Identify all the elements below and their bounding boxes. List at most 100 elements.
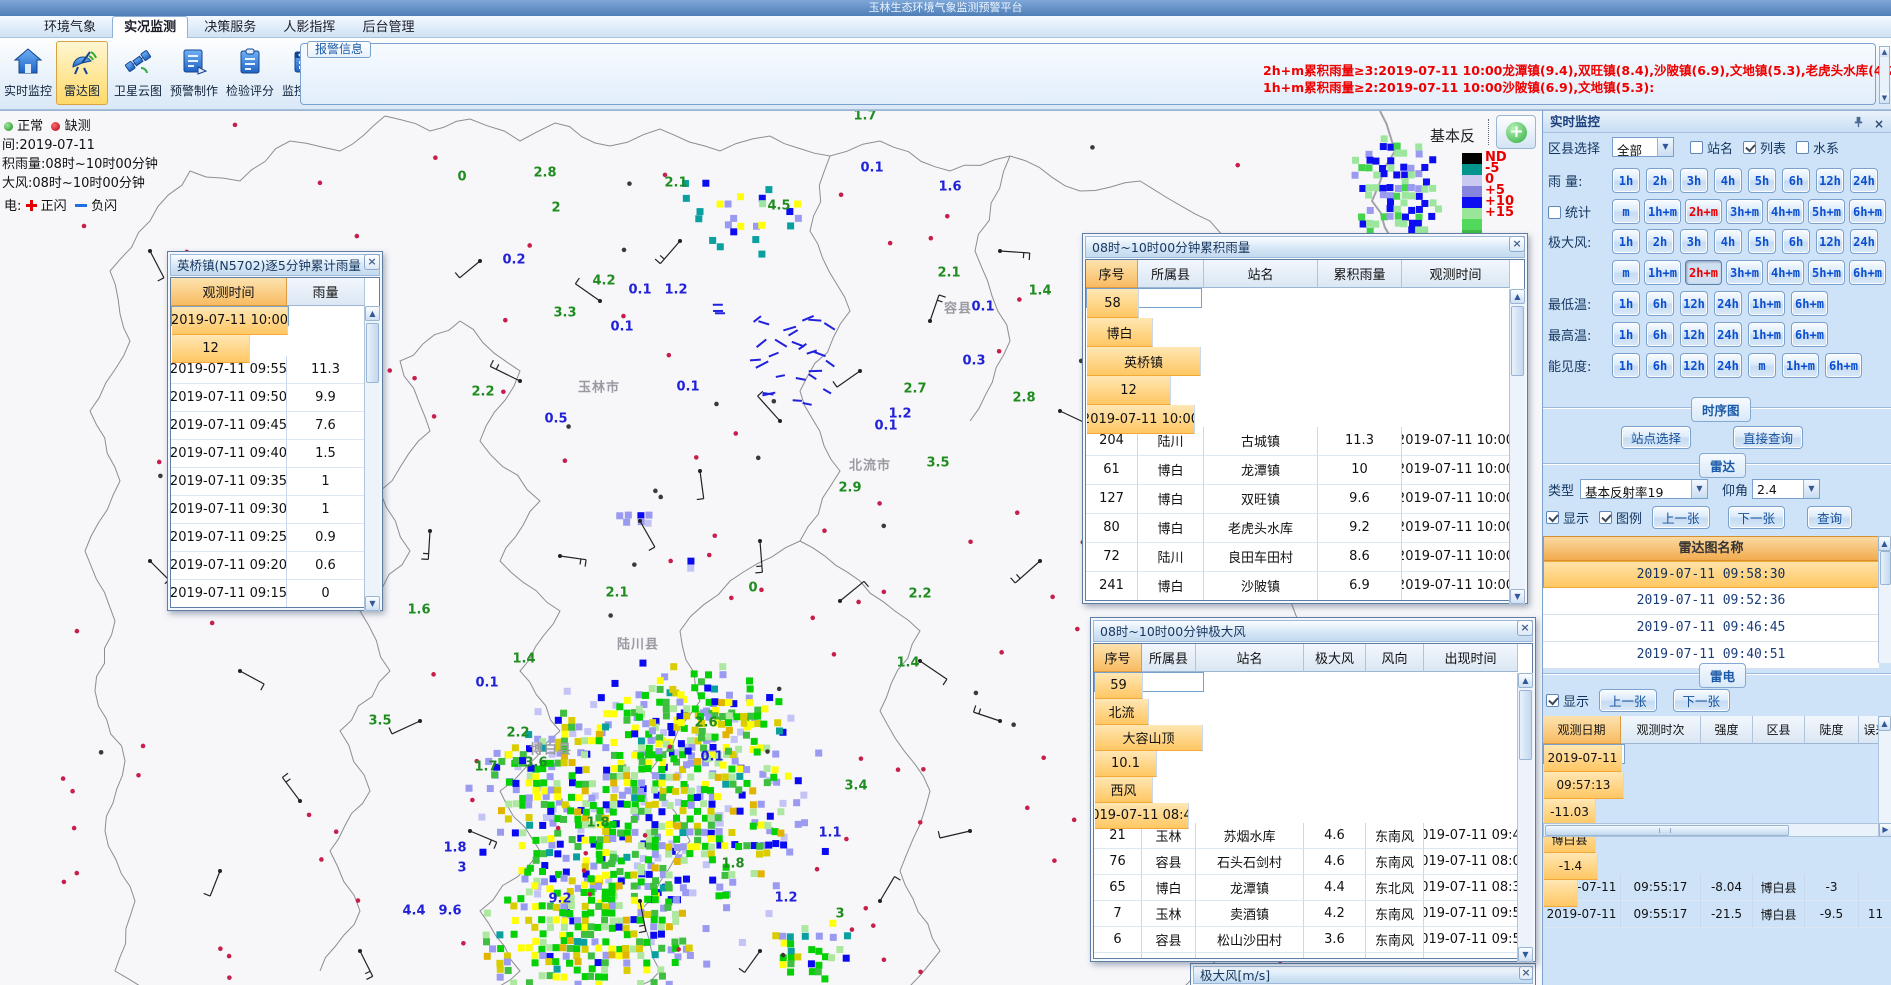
- station-rain-row[interactable]: 2019-07-11 09:250.9: [171, 524, 379, 552]
- accum-rain-row[interactable]: 252博白文地一中62019-07-11 10:00: [1086, 601, 1524, 602]
- max-wind-col-5[interactable]: 出现时间: [1424, 644, 1518, 672]
- tmax-button-24h[interactable]: 24h: [1714, 322, 1742, 347]
- lightning-col-2[interactable]: 强度: [1701, 716, 1753, 744]
- lightning-row[interactable]: 2019-07-1109:57:13-11.03博白县-1.4: [1543, 744, 1625, 764]
- tmax-button-1h+m[interactable]: 1h+m: [1748, 322, 1785, 347]
- lightning-table-vscrollbar[interactable]: ▲: [1878, 716, 1891, 823]
- max-wind-row[interactable]: 6容县松山沙田村3.6东南风2019-07-11 09:59: [1094, 927, 1532, 953]
- rain-stat-button-3h+m[interactable]: 3h+m: [1726, 199, 1763, 224]
- radar-list-scrollbar[interactable]: ▲: [1878, 536, 1891, 663]
- radar-map-button[interactable]: 雷达图: [56, 41, 108, 105]
- accum-rain-row[interactable]: 61博白龙潭镇102019-07-11 10:00: [1086, 456, 1524, 485]
- accum-rain-col-4[interactable]: 观测时间: [1402, 260, 1510, 288]
- pin-icon[interactable]: [1852, 115, 1865, 128]
- lightning-row[interactable]: 2019-07-1109:55:17-21.5博白县-9.511: [1543, 901, 1891, 928]
- wind-range-button-4h[interactable]: 4h: [1714, 229, 1742, 254]
- rain-range-button-5h[interactable]: 5h: [1748, 168, 1776, 193]
- max-wind-col-3[interactable]: 极大风: [1304, 644, 1366, 672]
- satellite-cloud-button[interactable]: 卫星云图: [112, 41, 164, 105]
- max-wind-col-4[interactable]: 风向: [1366, 644, 1424, 672]
- accum-rain-col-2[interactable]: 站名: [1204, 260, 1318, 288]
- wind-stat-button-m[interactable]: m: [1612, 260, 1640, 285]
- accum-rain-scrollbar[interactable]: ▲ ▼: [1509, 289, 1525, 604]
- station-rain-scrollbar[interactable]: ▲ ▼: [364, 306, 380, 611]
- direct-query-button[interactable]: 直接查询: [1733, 426, 1803, 449]
- tmin-button-1h+m[interactable]: 1h+m: [1748, 291, 1785, 316]
- max-wind-row[interactable]: 76容县石头石剑村4.6东南风2019-07-11 08:08: [1094, 849, 1532, 875]
- tab-weather-modification[interactable]: 人影指挥: [272, 17, 346, 39]
- list-checkbox[interactable]: [1743, 141, 1756, 154]
- wind-stat-button-3h+m[interactable]: 3h+m: [1726, 260, 1763, 285]
- lightning-prev-button[interactable]: 上一张: [1599, 689, 1657, 712]
- wind-stat-button-4h+m[interactable]: 4h+m: [1767, 260, 1804, 285]
- lightning-col-3[interactable]: 区县: [1753, 716, 1805, 744]
- max-wind-col-0[interactable]: 序号: [1094, 644, 1142, 672]
- radar-show-checkbox[interactable]: [1546, 511, 1559, 524]
- lightning-next-button[interactable]: 下一张: [1673, 689, 1731, 712]
- accum-rain-row[interactable]: 58博白英桥镇122019-07-11 10:00: [1086, 288, 1202, 308]
- warning-production-button[interactable]: 预警制作: [168, 41, 220, 105]
- visibility-button-m[interactable]: m: [1748, 353, 1776, 378]
- alarm-scrollbar[interactable]: ▲▼: [1879, 46, 1890, 104]
- radar-image-item[interactable]: 2019-07-11 09:52:36: [1543, 588, 1879, 615]
- rain-range-button-2h[interactable]: 2h: [1646, 168, 1674, 193]
- station-rain-row[interactable]: 2019-07-11 09:200.6: [171, 552, 379, 580]
- tmin-button-6h[interactable]: 6h: [1646, 291, 1674, 316]
- verification-score-button[interactable]: 检验评分: [224, 41, 276, 105]
- accum-rain-row[interactable]: 80博白老虎头水库9.22019-07-11 10:00: [1086, 514, 1524, 543]
- close-icon[interactable]: ×: [1874, 114, 1884, 135]
- close-icon[interactable]: ×: [1509, 236, 1525, 252]
- wind-stat-button-5h+m[interactable]: 5h+m: [1808, 260, 1845, 285]
- tmax-button-12h[interactable]: 12h: [1680, 322, 1708, 347]
- rain-range-button-12h[interactable]: 12h: [1816, 168, 1844, 193]
- tmin-button-6h+m[interactable]: 6h+m: [1791, 291, 1828, 316]
- lightning-col-4[interactable]: 陡度: [1805, 716, 1859, 744]
- radar-image-item[interactable]: 2019-07-11 09:58:30: [1543, 561, 1879, 588]
- wind-range-button-2h[interactable]: 2h: [1646, 229, 1674, 254]
- radar-type-select[interactable]: 基本反射率19▼: [1580, 479, 1708, 499]
- wind-stat-button-2h+m[interactable]: 2h+m: [1685, 260, 1722, 285]
- legend-add-button[interactable]: +: [1496, 115, 1536, 149]
- max-wind-row[interactable]: 65博白龙潭镇4.4东北风2019-07-11 08:34: [1094, 875, 1532, 901]
- lightning-col-1[interactable]: 观测时次: [1621, 716, 1701, 744]
- district-select[interactable]: 全部▼: [1612, 137, 1674, 157]
- rain-stat-button-6h+m[interactable]: 6h+m: [1849, 199, 1886, 224]
- tmax-button-6h+m[interactable]: 6h+m: [1791, 322, 1828, 347]
- realtime-monitor-button[interactable]: 实时监控: [2, 41, 54, 105]
- station-rain-row[interactable]: 2019-07-11 09:509.9: [171, 384, 379, 412]
- wind-stat-button-1h+m[interactable]: 1h+m: [1644, 260, 1681, 285]
- station-rain-row[interactable]: 2019-07-11 10:0012: [171, 306, 289, 326]
- accum-rain-col-0[interactable]: 序号: [1086, 260, 1138, 288]
- lightning-show-checkbox[interactable]: [1546, 694, 1559, 707]
- lightning-table-hscrollbar[interactable]: [1543, 823, 1879, 837]
- visibility-button-24h[interactable]: 24h: [1714, 353, 1742, 378]
- wind-range-button-1h[interactable]: 1h: [1612, 229, 1640, 254]
- radar-next-button[interactable]: 下一张: [1728, 506, 1786, 529]
- rain-stat-button-2h+m[interactable]: 2h+m: [1685, 199, 1722, 224]
- rain-stat-button-5h+m[interactable]: 5h+m: [1808, 199, 1845, 224]
- rain-range-button-4h[interactable]: 4h: [1714, 168, 1742, 193]
- max-wind-row[interactable]: 59北流大容山顶10.1西风2019-07-11 08:47: [1094, 672, 1204, 692]
- accum-rain-row[interactable]: 72陆川良田车田村8.62019-07-11 10:00: [1086, 543, 1524, 572]
- wind-range-button-24h[interactable]: 24h: [1850, 229, 1878, 254]
- station-select-button[interactable]: 站点选择: [1621, 426, 1691, 449]
- visibility-button-1h+m[interactable]: 1h+m: [1782, 353, 1819, 378]
- rain-range-button-1h[interactable]: 1h: [1612, 168, 1640, 193]
- visibility-button-6h[interactable]: 6h: [1646, 353, 1674, 378]
- radar-image-item[interactable]: 2019-07-11 09:46:45: [1543, 615, 1879, 642]
- station-rain-row[interactable]: 2019-07-11 09:150: [171, 580, 379, 608]
- hscroll-right-arrow[interactable]: ▶: [1879, 823, 1891, 837]
- max-wind-col-1[interactable]: 所属县: [1142, 644, 1196, 672]
- visibility-button-6h+m[interactable]: 6h+m: [1825, 353, 1862, 378]
- close-icon[interactable]: ×: [364, 254, 380, 270]
- station-name-checkbox[interactable]: [1690, 141, 1703, 154]
- rain-stat-button-4h+m[interactable]: 4h+m: [1767, 199, 1804, 224]
- rain-stat-button-m[interactable]: m: [1612, 199, 1640, 224]
- wind-range-button-5h[interactable]: 5h: [1748, 229, 1776, 254]
- tab-live-monitoring[interactable]: 实况监测: [112, 16, 188, 38]
- accum-rain-row[interactable]: 241博白沙陂镇6.92019-07-11 10:00: [1086, 572, 1524, 601]
- max-wind-scrollbar[interactable]: ▲ ▼: [1517, 673, 1533, 962]
- station-rain-col-1[interactable]: 雨量: [287, 278, 365, 306]
- wind-stat-button-6h+m[interactable]: 6h+m: [1849, 260, 1886, 285]
- water-system-checkbox[interactable]: [1796, 141, 1809, 154]
